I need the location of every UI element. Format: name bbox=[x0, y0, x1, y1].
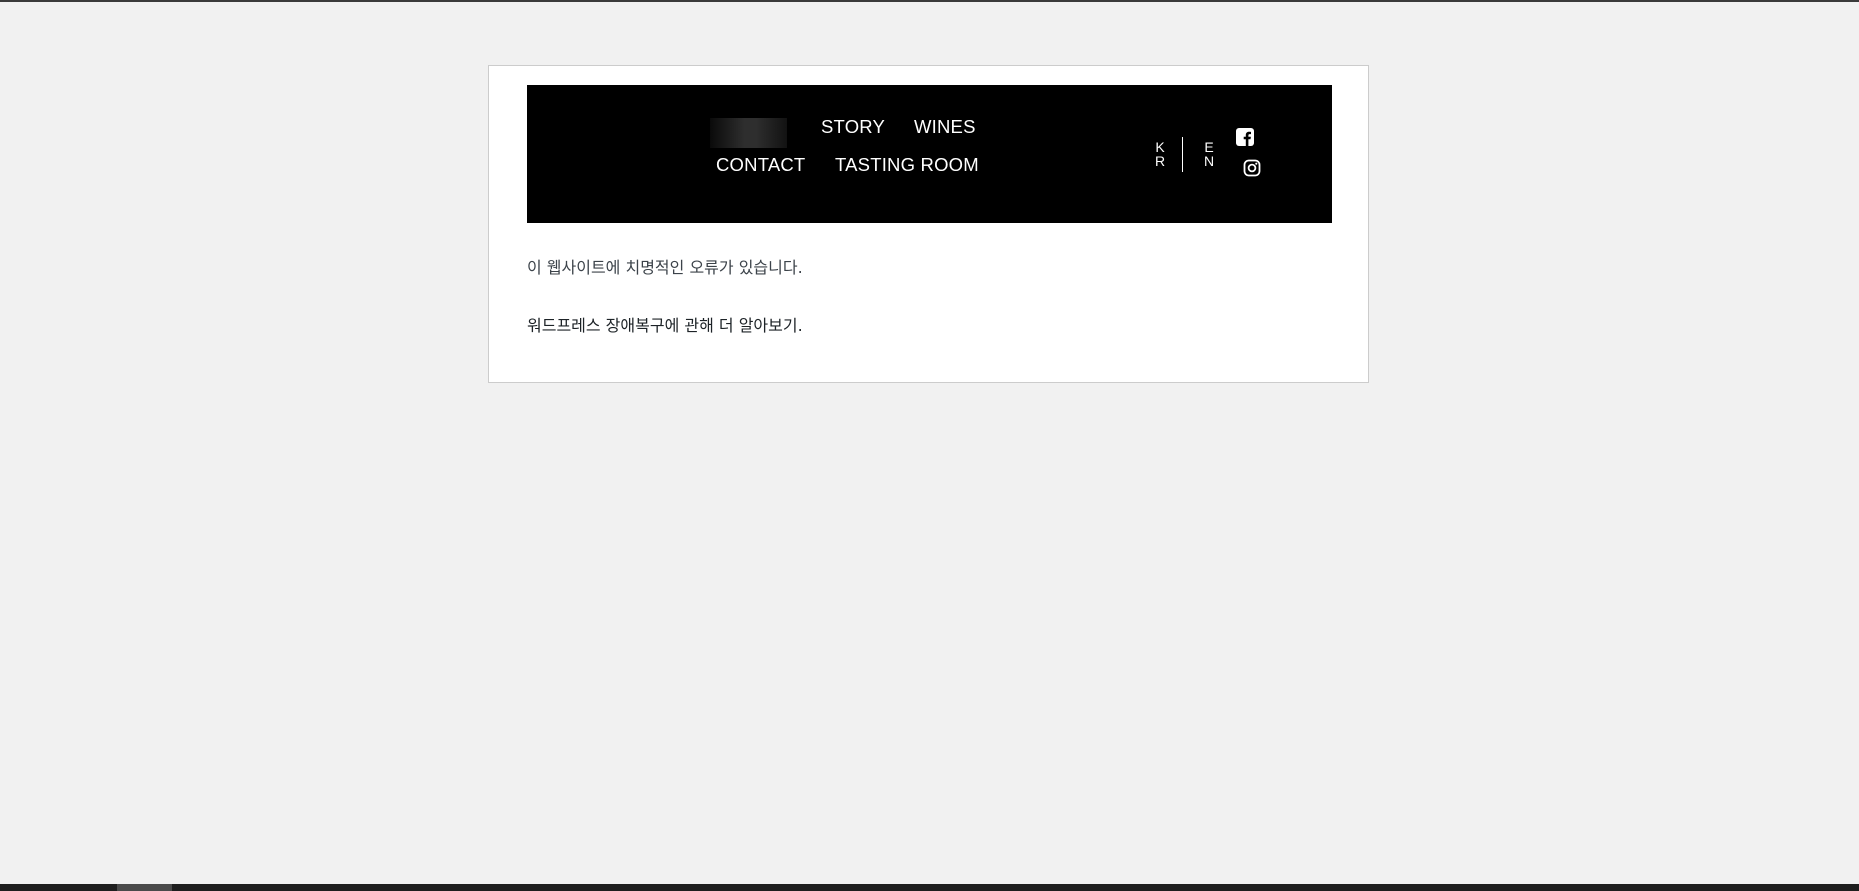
nav-contact-link[interactable]: CONTACT bbox=[716, 155, 805, 175]
nav-story-link[interactable]: STORY bbox=[821, 117, 885, 137]
taskbar bbox=[0, 884, 1859, 891]
learn-more-link[interactable]: 워드프레스 장애복구에 관해 더 알아보기. bbox=[527, 318, 803, 334]
taskbar-tab[interactable] bbox=[117, 884, 172, 891]
nav-tasting-room-link[interactable]: TASTING ROOM bbox=[835, 155, 979, 175]
error-message: 이 웹사이트에 치명적인 오류가 있습니다. bbox=[527, 258, 803, 277]
facebook-icon[interactable] bbox=[1236, 128, 1254, 146]
language-kr-link[interactable]: KR bbox=[1154, 140, 1166, 168]
site-header: STORY WINES CONTACT TASTING ROOM KR EN bbox=[527, 85, 1332, 223]
language-divider bbox=[1182, 137, 1183, 172]
site-logo[interactable] bbox=[710, 118, 787, 148]
nav-wines-link[interactable]: WINES bbox=[914, 117, 976, 137]
language-en-link[interactable]: EN bbox=[1203, 140, 1215, 168]
window-top-border bbox=[0, 0, 1859, 2]
error-card: STORY WINES CONTACT TASTING ROOM KR EN 이… bbox=[488, 65, 1369, 383]
instagram-icon[interactable] bbox=[1243, 159, 1261, 177]
